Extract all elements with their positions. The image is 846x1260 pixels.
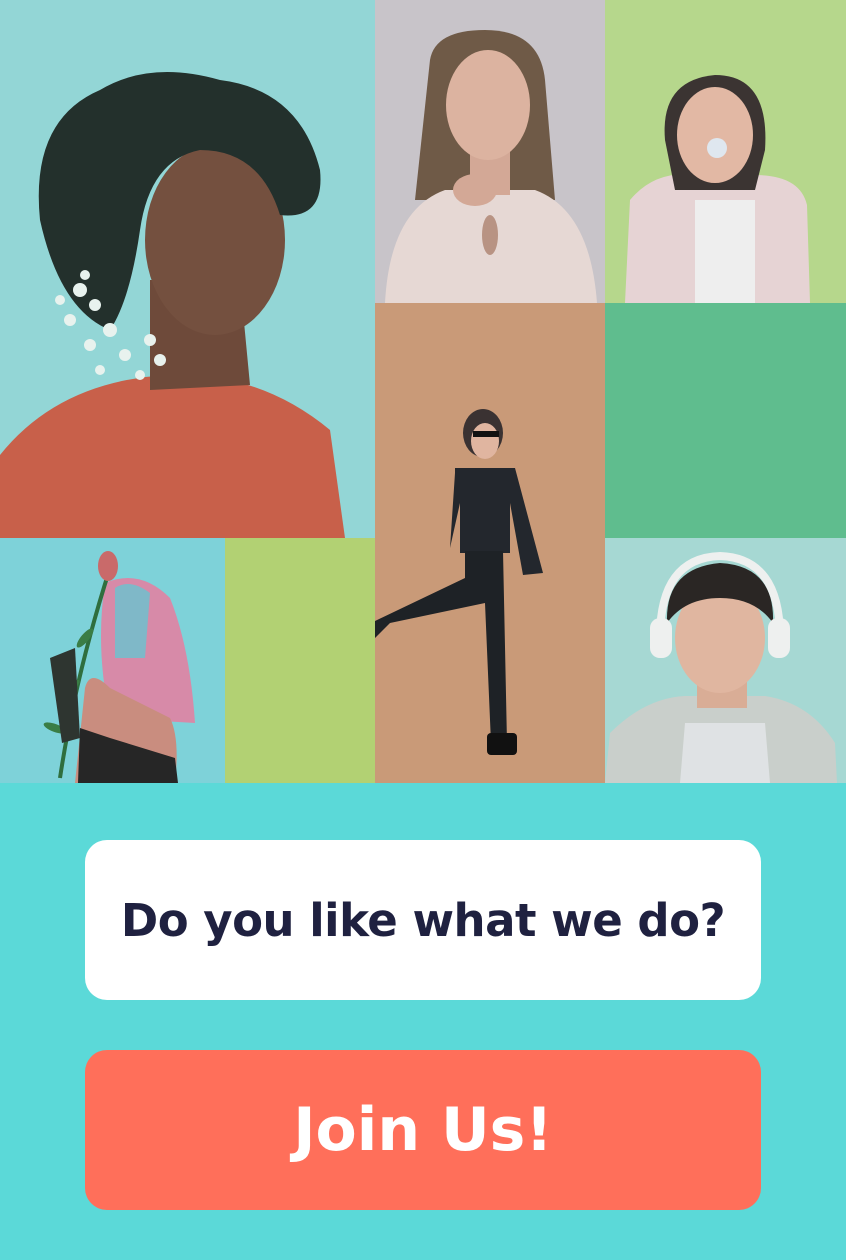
question-text: Do you like what we do? [120,893,726,947]
question-card: Do you like what we do? [85,840,761,1000]
pink-blue-hair-woman-photo [0,538,225,783]
join-us-label: Join Us! [293,1095,553,1165]
join-us-button[interactable]: Join Us! [85,1050,761,1210]
headphones-boy-photo [605,538,846,783]
lime-color-block [225,538,375,783]
sunglasses-woman-photo [375,303,605,783]
long-hair-woman-photo [375,0,605,303]
bubblegum-girl-photo [605,0,846,303]
green-color-block [605,303,846,538]
curly-hair-woman-photo [0,0,375,538]
